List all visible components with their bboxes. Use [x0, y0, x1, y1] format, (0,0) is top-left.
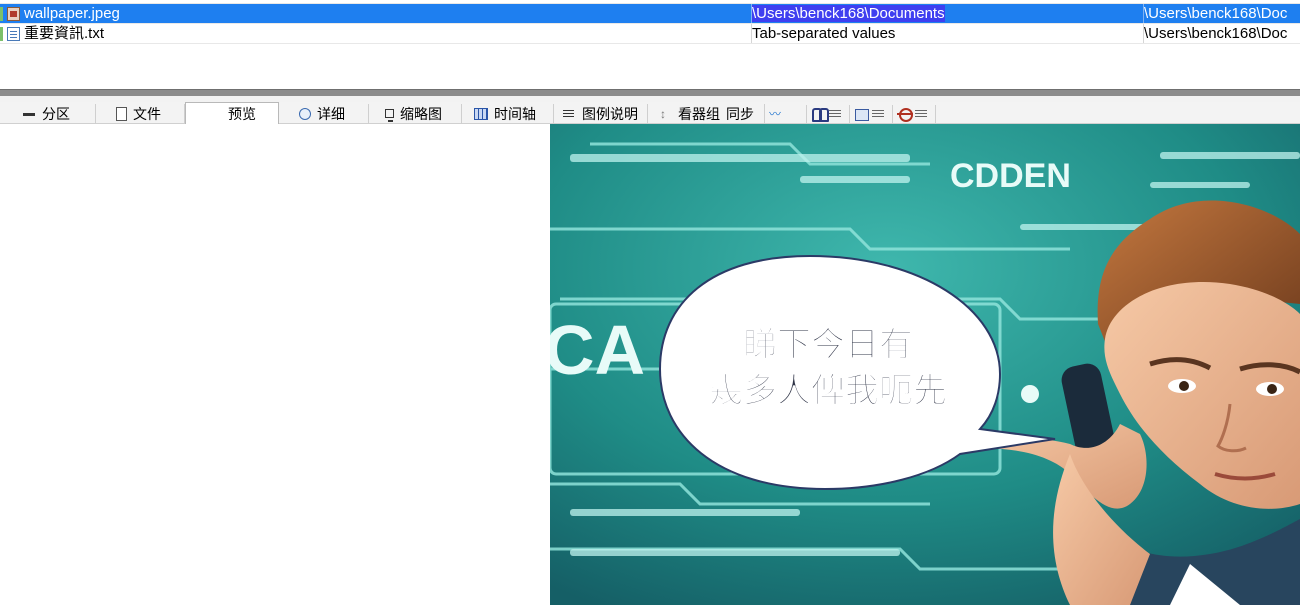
file-type: \Users\benck168\Documents: [751, 4, 1143, 23]
file-path: \Users\benck168\Doc: [1143, 24, 1300, 43]
tab-label: 缩略图: [400, 106, 442, 122]
thumbnail-icon: [385, 108, 394, 122]
tab-thumbnail[interactable]: 缩略图: [369, 104, 462, 124]
tab-label: 详细: [317, 106, 345, 122]
tab-label-sync[interactable]: 同步: [726, 105, 754, 123]
preview-left-blank: [0, 124, 550, 605]
meme-image: CDDEN CA 睇下今日有 幾多人俾我呃先: [550, 124, 1300, 605]
tab-legend[interactable]: 图例说明: [554, 104, 648, 124]
viewer-group-icon: ↕: [660, 107, 666, 121]
box-list-tool[interactable]: [850, 105, 893, 123]
list-icon: [915, 109, 927, 119]
bubble-line-2: 幾多人俾我呃先: [709, 371, 947, 411]
file-row[interactable]: 重要資訊.txt Tab-separated values \Users\ben…: [0, 24, 1300, 44]
tab-partition[interactable]: 分区: [0, 104, 96, 124]
file-list: wallpaper.jpeg \Users\benck168\Documents…: [0, 0, 1300, 82]
legend-icon: [562, 107, 576, 121]
timeline-icon: [474, 108, 488, 120]
list-icon: [872, 109, 884, 119]
file-row-selected[interactable]: wallpaper.jpeg \Users\benck168\Documents…: [0, 4, 1300, 24]
target-icon: [897, 107, 913, 122]
people-filter-tool[interactable]: [807, 105, 850, 123]
tab-label: 图例说明: [582, 106, 638, 122]
tab-label: 文件: [133, 106, 161, 122]
tab-timeline[interactable]: 时间轴: [462, 104, 554, 124]
tab-preview[interactable]: 预览: [185, 102, 772, 245]
target-list-tool[interactable]: [893, 105, 936, 123]
detail-icon: [299, 108, 311, 120]
tab-file[interactable]: 文件: [96, 104, 185, 124]
file-name: 重要資訊.txt: [24, 25, 105, 42]
image-text-top: CDDEN: [950, 157, 1071, 195]
box-icon: [854, 107, 870, 121]
tab-bar: 分区 文件 预览 详细 缩略图 时间轴 图例说明 ↕ 看器组 同步 〰: [0, 102, 1300, 245]
file-path: \Users\benck168\Doc: [1143, 4, 1300, 23]
bubble-line-1: 睇下今日有: [743, 325, 913, 365]
pane-splitter[interactable]: [0, 89, 1300, 96]
people-icon: [811, 107, 829, 122]
tab-detail[interactable]: 详细: [279, 104, 369, 124]
file-name: wallpaper.jpeg: [24, 5, 120, 22]
tab-label: 预览: [228, 106, 256, 122]
preview-image: CDDEN CA 睇下今日有 幾多人俾我呃先: [550, 124, 1300, 605]
circuit-dot: [1021, 385, 1039, 403]
partition-icon: [22, 107, 36, 121]
image-text-left: CA: [550, 311, 645, 389]
tab-label: 时间轴: [494, 106, 536, 122]
file-icon: [116, 107, 127, 121]
tab-label: 分区: [42, 106, 70, 122]
sync-icon: 〰: [769, 107, 782, 121]
sync-tool[interactable]: 〰: [765, 105, 807, 123]
tab-viewer-group[interactable]: ↕ 看器组 同步: [648, 104, 765, 124]
tab-label: 看器组: [678, 106, 720, 122]
file-type: Tab-separated values: [751, 24, 1143, 43]
list-icon: [829, 109, 841, 119]
